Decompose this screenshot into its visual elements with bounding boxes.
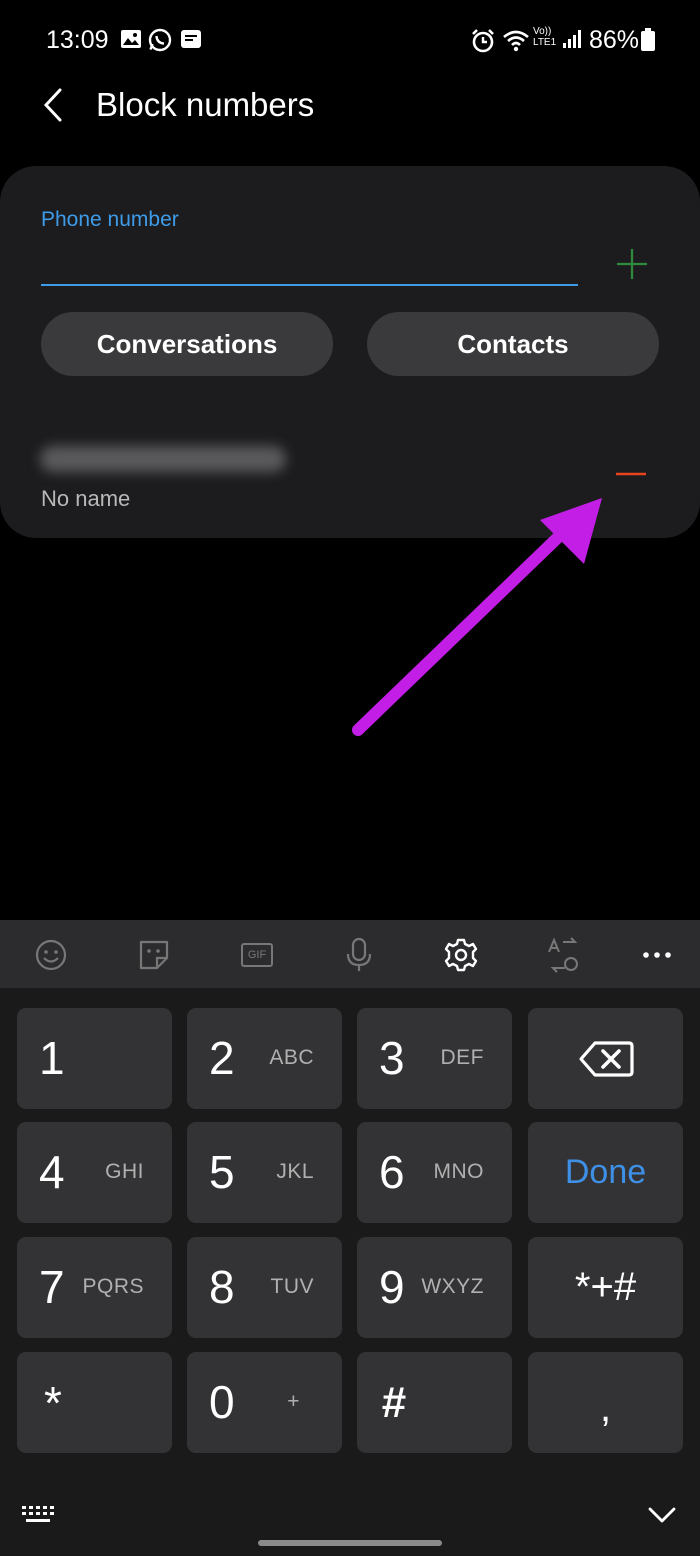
key-done[interactable]: Done xyxy=(528,1122,683,1223)
key-1[interactable]: 1 xyxy=(17,1008,172,1109)
gallery-icon xyxy=(120,28,144,52)
symbols-label: *+# xyxy=(574,1265,637,1309)
blocked-number-name: No name xyxy=(41,486,131,511)
message-icon xyxy=(180,28,204,52)
back-button[interactable] xyxy=(36,86,76,126)
volte-label: Vo)) xyxy=(533,26,552,37)
status-time: 13:09 xyxy=(46,26,109,54)
key-hash[interactable]: # xyxy=(357,1352,512,1453)
key-asterisk[interactable]: * xyxy=(17,1352,172,1453)
phone-number-input[interactable] xyxy=(41,240,578,284)
key-digit: 5 xyxy=(209,1146,235,1198)
key-2[interactable]: 2 ABC xyxy=(187,1008,342,1109)
key-letters: + xyxy=(287,1390,300,1413)
key-letters: GHI xyxy=(105,1160,144,1183)
annotation-arrow-icon xyxy=(352,498,602,736)
key-9[interactable]: 9 WXYZ xyxy=(357,1237,512,1338)
key-digit: * xyxy=(44,1376,62,1429)
home-indicator[interactable] xyxy=(258,1540,442,1546)
status-bar: 13:09 Vo)) LTE1 86% xyxy=(0,0,700,80)
key-digit: 1 xyxy=(39,1032,65,1084)
chevron-down-icon xyxy=(648,1507,676,1523)
gif-icon: GIF xyxy=(241,943,273,967)
key-digit: # xyxy=(381,1377,407,1427)
gear-icon xyxy=(444,938,478,972)
key-letters: JKL xyxy=(276,1160,314,1183)
mic-icon xyxy=(346,937,372,971)
more-icon xyxy=(643,952,671,958)
hide-keyboard-button[interactable] xyxy=(644,1500,680,1530)
key-4[interactable]: 4 GHI xyxy=(17,1122,172,1223)
key-0[interactable]: 0 + xyxy=(187,1352,342,1453)
key-comma[interactable]: , xyxy=(528,1352,683,1453)
key-backspace[interactable] xyxy=(528,1008,683,1109)
key-3[interactable]: 3 DEF xyxy=(357,1008,512,1109)
battery-percent: 86% xyxy=(589,26,640,54)
chevron-left-icon xyxy=(43,88,62,122)
translate-button[interactable] xyxy=(543,934,585,976)
key-digit: 0 xyxy=(209,1376,235,1428)
key-digit: , xyxy=(599,1386,612,1430)
key-letters: TUV xyxy=(270,1275,314,1298)
key-symbols[interactable]: *+# xyxy=(528,1237,683,1338)
conversations-button[interactable]: Conversations xyxy=(41,312,333,376)
lte-label: LTE1 xyxy=(533,37,557,48)
key-digit: 7 xyxy=(39,1261,65,1313)
whatsapp-icon xyxy=(148,28,172,52)
page-title: Block numbers xyxy=(96,86,315,123)
key-letters: ABC xyxy=(269,1046,314,1069)
emoji-button[interactable] xyxy=(30,934,72,976)
translate-icon xyxy=(548,937,578,973)
blocked-number-redacted xyxy=(40,446,286,472)
keyboard-icon xyxy=(22,1506,54,1522)
key-5[interactable]: 5 JKL xyxy=(187,1122,342,1223)
more-options-button[interactable] xyxy=(636,934,678,976)
key-letters: DEF xyxy=(440,1046,484,1069)
plus-icon xyxy=(617,249,647,279)
phone-number-label: Phone number xyxy=(41,208,179,231)
key-8[interactable]: 8 TUV xyxy=(187,1237,342,1338)
key-digit: 2 xyxy=(209,1032,235,1084)
add-number-button[interactable] xyxy=(612,244,652,284)
sticker-button[interactable] xyxy=(133,934,175,976)
phone-number-underline xyxy=(41,284,578,286)
signal-icon xyxy=(561,28,585,52)
keyboard-settings-button[interactable] xyxy=(440,934,482,976)
voice-input-button[interactable] xyxy=(338,934,380,976)
backspace-icon xyxy=(528,1008,683,1109)
contacts-button[interactable]: Contacts xyxy=(367,312,659,376)
key-digit: 6 xyxy=(379,1146,405,1198)
key-letters: MNO xyxy=(433,1160,484,1183)
key-7[interactable]: 7 PQRS xyxy=(17,1237,172,1338)
volte-indicator: Vo)) LTE1 xyxy=(533,26,556,48)
keyboard-switch-button[interactable] xyxy=(20,1500,58,1530)
wifi-icon xyxy=(502,28,529,52)
alarm-icon xyxy=(470,28,494,53)
key-digit: 3 xyxy=(379,1032,405,1084)
battery-icon xyxy=(640,28,664,52)
gif-button[interactable]: GIF xyxy=(236,934,278,976)
done-label: Done xyxy=(564,1153,647,1191)
sticker-icon xyxy=(139,940,169,970)
key-digit: 4 xyxy=(39,1146,65,1198)
key-letters: PQRS xyxy=(82,1275,144,1298)
emoji-icon xyxy=(35,939,67,971)
key-digit: 9 xyxy=(379,1261,405,1313)
key-6[interactable]: 6 MNO xyxy=(357,1122,512,1223)
key-letters: WXYZ xyxy=(421,1275,484,1298)
key-digit: 8 xyxy=(209,1261,235,1313)
